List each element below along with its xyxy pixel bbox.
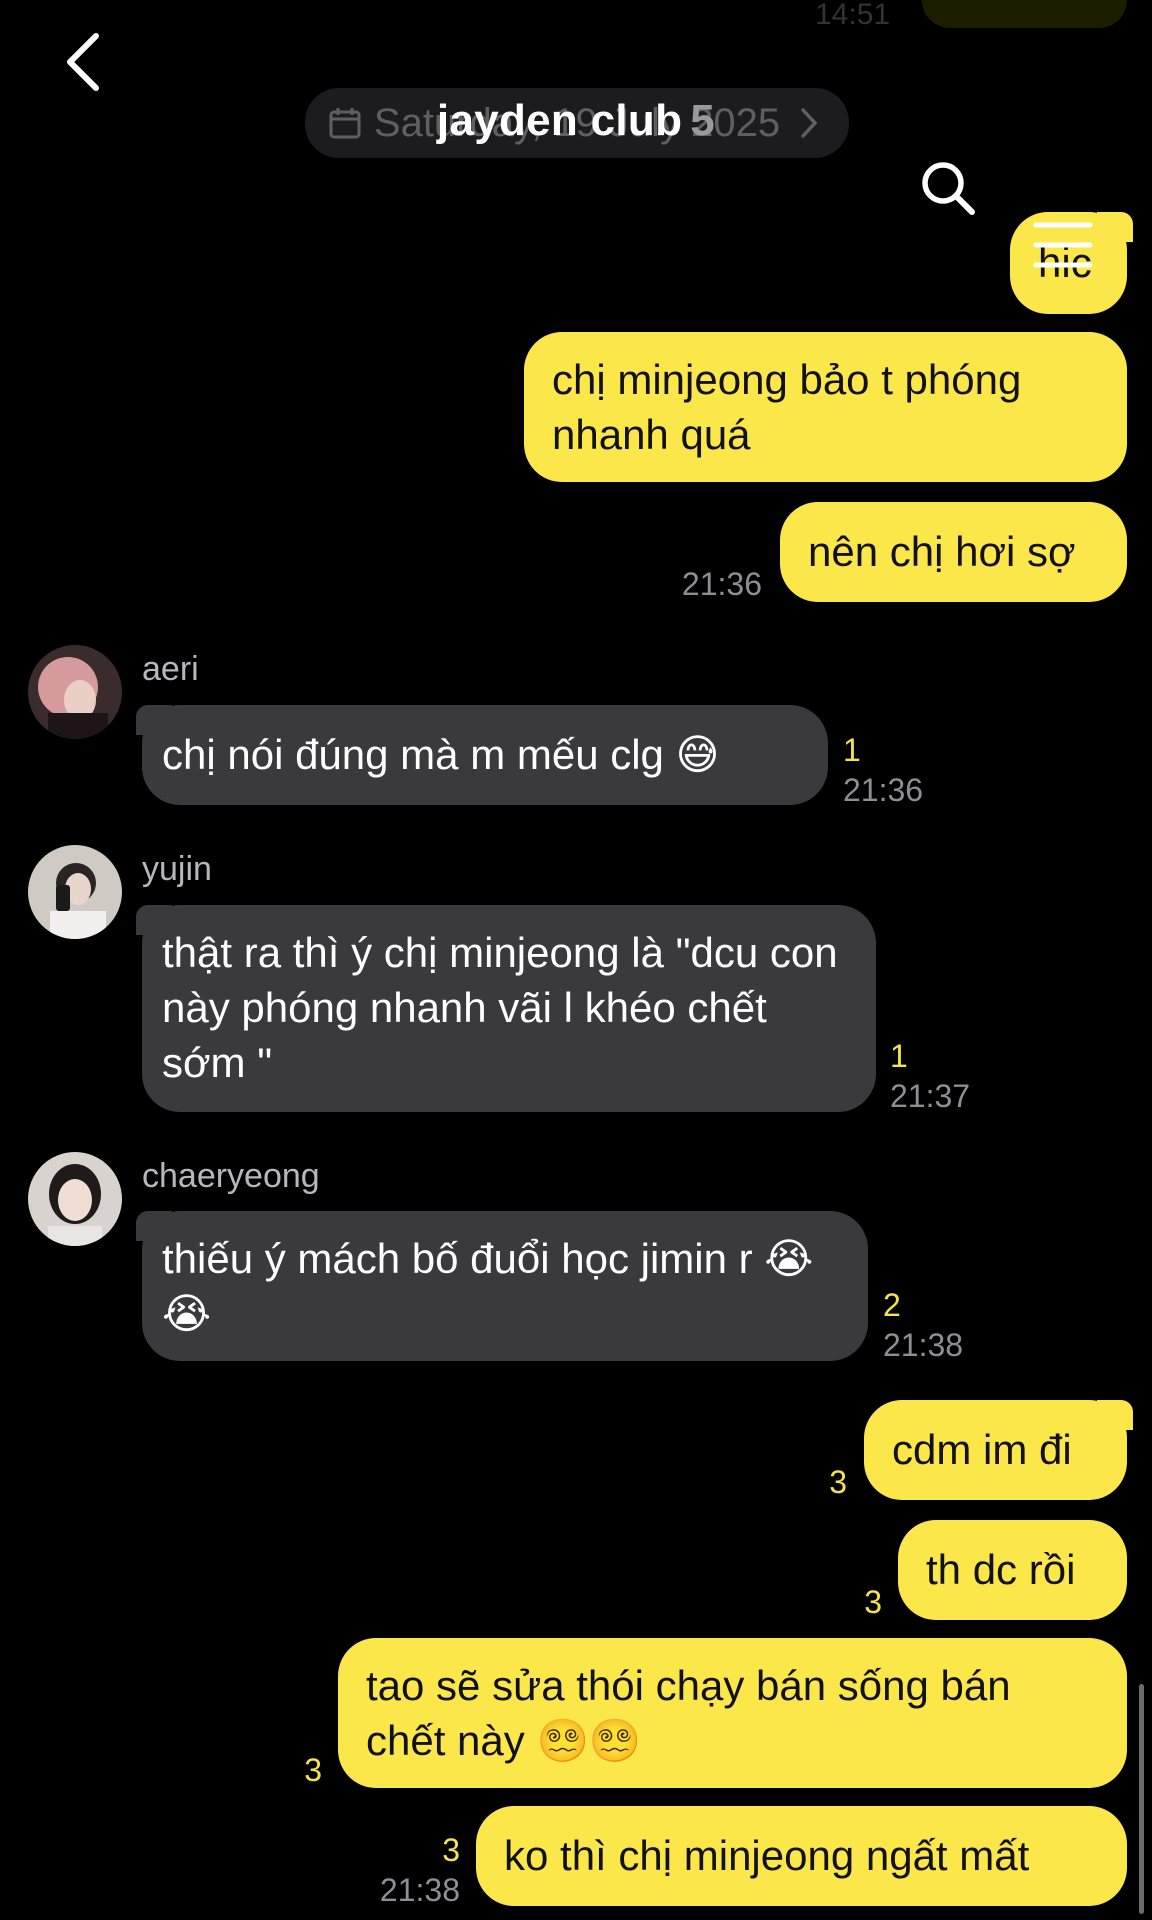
message-meta: 3 [840,1582,882,1622]
message-text: tao sẽ sửa thói chạy bán sống bán chết n… [366,1662,1011,1764]
message-time: 21:36 [843,772,924,808]
incoming-message[interactable]: thiếu ý mách bố đuổi học jimin r 😭😭 [136,1211,868,1361]
avatar[interactable] [28,845,122,939]
incoming-message[interactable]: chị nói đúng mà m mếu clg 😅 [136,705,828,805]
message-text: chị nói đúng mà m mếu clg 😅 [162,731,720,778]
message-text: chị minjeong bảo t phóng nhanh quá [552,356,1022,458]
unread-count: 3 [864,1584,882,1620]
message-time: 21:38 [883,1327,964,1363]
message-meta: 1 21:36 [843,730,923,810]
outgoing-message[interactable]: tao sẽ sửa thói chạy bán sống bán chết n… [338,1638,1127,1788]
sender-name: yujin [142,850,212,888]
menu-button[interactable] [1032,220,1094,270]
search-icon [922,162,975,215]
outgoing-message[interactable]: cdm im đi [864,1400,1133,1500]
outgoing-message[interactable]: nên chị hơi sợ [780,502,1127,602]
unread-count: 3 [442,1832,460,1868]
unread-count: 3 [304,1752,322,1788]
message-meta: 2 21:38 [883,1285,963,1365]
hamburger-menu-icon [1033,222,1093,268]
message-text: ko thì chị minjeong ngất mất [504,1832,1030,1879]
unread-count: 1 [843,732,861,768]
chevron-left-icon [67,33,99,91]
outgoing-message[interactable]: ko thì chị minjeong ngất mất [476,1806,1127,1906]
chat-name: jayden club [436,96,683,145]
chat-header: 14:51 jayden club 5 [0,0,1152,268]
incoming-message[interactable]: thật ra thì ý chị minjeong là "dcu con n… [136,905,876,1112]
avatar-image [28,645,122,739]
message-meta: 3 21:38 [360,1830,460,1910]
member-count: 5 [690,96,716,145]
scrollbar[interactable] [1139,1684,1144,1914]
back-button[interactable] [58,30,114,94]
unread-count: 1 [890,1038,908,1074]
avatar[interactable] [28,645,122,739]
sender-name: chaeryeong [142,1157,320,1195]
message-meta: 1 21:37 [890,1036,970,1116]
unread-count: 2 [883,1287,901,1323]
unread-count: 3 [829,1464,847,1500]
message-text: th dc rồi [926,1546,1076,1593]
message-text: thật ra thì ý chị minjeong là "dcu con n… [162,929,838,1086]
chat-title[interactable]: jayden club 5 [0,96,1152,146]
message-text: thiếu ý mách bố đuổi học jimin r 😭😭 [162,1235,814,1337]
avatar-image [28,845,122,939]
message-meta: 3 [805,1462,847,1502]
outgoing-message[interactable]: chị minjeong bảo t phóng nhanh quá [524,332,1127,482]
avatar[interactable] [28,1152,122,1246]
message-meta: 3 [280,1750,322,1790]
message-meta: 21:36 [640,564,762,604]
partial-message-bubble [922,0,1127,28]
partial-timestamp: 14:51 [815,0,891,31]
message-text: nên chị hơi sợ [808,528,1076,575]
message-time: 21:37 [890,1078,971,1114]
outgoing-message[interactable]: th dc rồi [898,1520,1127,1620]
message-text: cdm im đi [892,1426,1072,1473]
avatar-image [28,1152,122,1246]
search-button[interactable] [918,158,978,218]
message-time: 21:38 [379,1872,460,1908]
message-time: 21:36 [681,566,762,602]
sender-name: aeri [142,650,199,688]
